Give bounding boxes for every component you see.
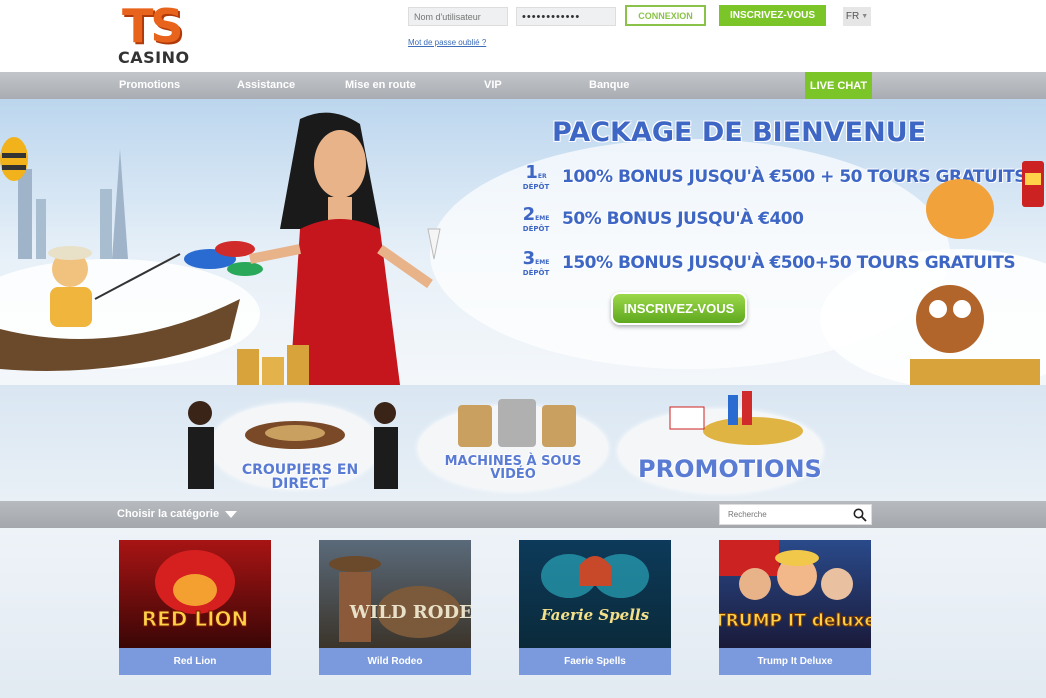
offer-rank-suffix: EME (535, 259, 550, 266)
offer-text: 50% BONUS JUSQU'À €400 (562, 209, 804, 229)
category-dropdown-label: Choisir la catégorie (117, 508, 220, 520)
hero-register-button[interactable]: INSCRIVEZ-VOUS (611, 292, 747, 325)
username-input[interactable] (408, 7, 508, 26)
game-title-art: WILD RODEO (349, 602, 471, 623)
offer-rank-number: 2 (522, 204, 536, 225)
category-live-dealers[interactable]: CROUPIERS EN DIRECT (170, 385, 410, 501)
category-video-slots[interactable]: MACHINES À SOUS VIDÉO (408, 385, 618, 501)
offer-rank-number: 1 (525, 162, 538, 183)
game-name: Trump It Deluxe (719, 648, 871, 675)
hero-banner[interactable]: PACKAGE DE BIENVENUE 1ER DÉPÔT 100% BONU… (0, 99, 1046, 385)
offer-rank-depot: DÉPÔT (522, 225, 550, 233)
faerie-spells-artwork: Faerie Spells (540, 554, 650, 624)
wild-rodeo-artwork: WILD RODEO (329, 556, 471, 642)
hero-title: PACKAGE DE BIENVENUE (552, 117, 927, 148)
search-box (719, 504, 872, 525)
trump-it-deluxe-artwork: TRUMP IT deluxe (719, 540, 871, 632)
offer-rank: 2EME DÉPÔT (520, 204, 552, 234)
game-thumbnail: WILD RODEO (319, 540, 471, 648)
bee-character-illustration (0, 137, 28, 181)
game-card-faerie-spells[interactable]: Faerie Spells Faerie Spells (519, 540, 671, 675)
offer-rank-suffix: EME (535, 215, 550, 222)
register-button[interactable]: INSCRIVEZ-VOUS (719, 5, 826, 26)
category-label: PROMOTIONS (638, 455, 822, 483)
nav-item-promotions[interactable]: Promotions (119, 72, 180, 99)
logo-casino: CASINO (118, 48, 190, 67)
game-thumbnail: Faerie Spells (519, 540, 671, 648)
game-name: Red Lion (119, 648, 271, 675)
category-promotions[interactable]: PROMOTIONS (618, 385, 828, 501)
offer-rank-suffix: ER (537, 173, 547, 180)
game-title-art: RED LION (142, 607, 249, 631)
live-chat-button[interactable]: LIVE CHAT (805, 72, 872, 99)
game-title-art: Faerie Spells (540, 606, 650, 624)
offer-rank-depot: DÉPÔT (522, 269, 550, 277)
game-name: Wild Rodeo (319, 648, 471, 675)
offer-rank-depot: DÉPÔT (522, 183, 550, 191)
password-input[interactable] (516, 7, 616, 26)
promotions-coins-illustration (669, 391, 803, 445)
search-input[interactable] (720, 505, 850, 524)
red-lion-artwork: RED LION (141, 550, 249, 632)
nav-item-assistance[interactable]: Assistance (237, 72, 295, 99)
category-dropdown[interactable]: Choisir la catégorie (117, 501, 238, 528)
ts-casino-logo[interactable]: TS CASINO (118, 2, 198, 68)
nav-item-banque[interactable]: Banque (589, 72, 629, 99)
caret-down-icon (225, 511, 238, 518)
games-grid: RED LION Red Lion WILD RODEO Wild Rodeo … (0, 528, 1046, 698)
offer-rank-number: 3 (522, 248, 536, 269)
chevron-down-icon: ▼ (861, 13, 869, 20)
game-thumbnail: TRUMP IT deluxe (719, 540, 871, 648)
search-icon[interactable] (853, 508, 867, 522)
category-filter-bar: Choisir la catégorie (0, 501, 1046, 528)
category-banners: CROUPIERS EN DIRECT MACHINES À SOUS VIDÉ… (0, 385, 1046, 501)
game-card-trump-it-deluxe[interactable]: TRUMP IT deluxe Trump It Deluxe (719, 540, 871, 675)
offer-rank: 1ER DÉPÔT (520, 162, 552, 192)
game-card-wild-rodeo[interactable]: WILD RODEO Wild Rodeo (319, 540, 471, 675)
main-nav: Promotions Assistance Mise en route VIP … (0, 72, 1046, 99)
game-name: Faerie Spells (519, 648, 671, 675)
language-value: FR (845, 11, 860, 22)
nav-item-mise-en-route[interactable]: Mise en route (345, 72, 416, 99)
offer-rank: 3EME DÉPÔT (520, 248, 552, 278)
game-title-art: TRUMP IT deluxe (719, 611, 871, 631)
language-select[interactable]: FR ▼ (843, 7, 871, 26)
category-label: MACHINES À SOUS VIDÉO (444, 454, 582, 482)
slot-machines-illustration (458, 399, 576, 447)
nav-item-vip[interactable]: VIP (484, 72, 502, 99)
forgot-password-link[interactable]: Mot de passe oublié ? (408, 38, 486, 47)
header: TS CASINO Mot de passe oublié ? CONNEXIO… (0, 0, 1046, 72)
login-button[interactable]: CONNEXION (625, 5, 706, 26)
game-thumbnail: RED LION (119, 540, 271, 648)
logo-ts: TS (122, 0, 183, 53)
gold-coins-illustration (237, 345, 309, 385)
slot-machine-icon (1022, 161, 1044, 207)
category-label: CROUPIERS EN DIRECT (241, 462, 359, 492)
game-card-red-lion[interactable]: RED LION Red Lion (119, 540, 271, 675)
